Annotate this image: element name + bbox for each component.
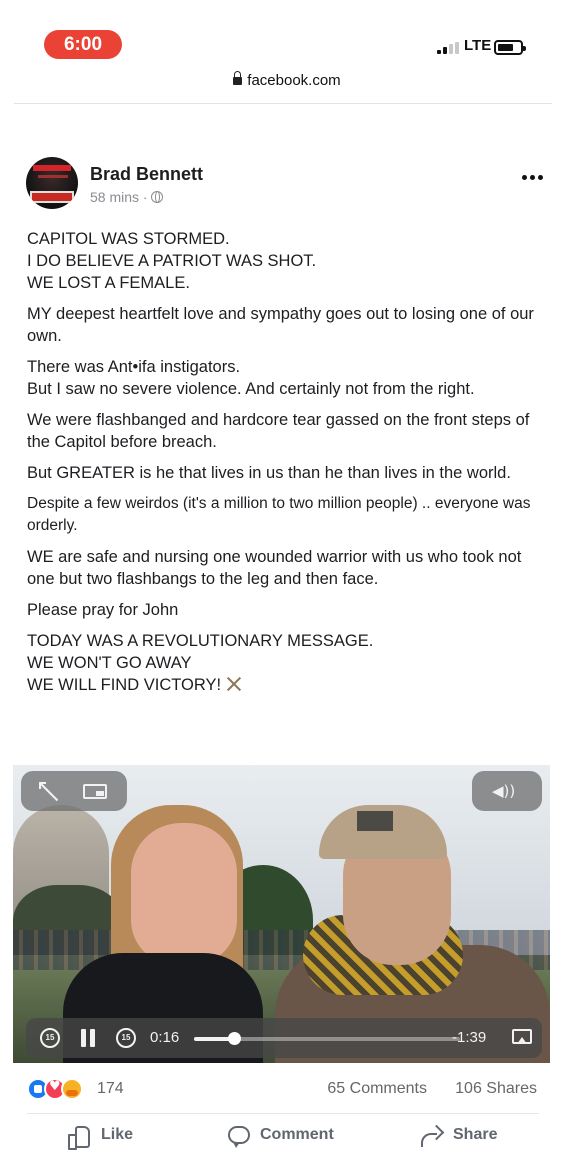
signal-icon [437, 42, 459, 54]
status-time[interactable]: 6:00 [44, 30, 122, 59]
volume-button[interactable]: ◀)) [472, 771, 542, 811]
comment-icon [228, 1126, 250, 1148]
like-button[interactable]: Like [68, 1122, 148, 1152]
reaction-icons[interactable] [27, 1078, 93, 1100]
pip-icon[interactable] [83, 784, 107, 799]
avatar[interactable] [26, 157, 78, 209]
meta-separator: · [139, 189, 152, 205]
skip-forward-icon[interactable]: 15 [116, 1028, 136, 1048]
share-label: Share [453, 1126, 498, 1143]
care-reaction-icon [61, 1078, 83, 1100]
post-time[interactable]: 58 mins [90, 189, 139, 205]
battery-icon [494, 40, 526, 55]
url-text: facebook.com [247, 72, 341, 89]
share-button[interactable]: Share [420, 1122, 510, 1152]
post-paragraph: CAPITOL WAS STORMED. I DO BELIEVE A PATR… [27, 230, 317, 292]
current-time: 0:16 [150, 1029, 180, 1046]
video-scrubber[interactable] [194, 1032, 460, 1045]
post-paragraph: There was Ant•ifa instigators. But I saw… [27, 358, 475, 398]
post-paragraph: But GREATER is he that lives in us than … [27, 464, 511, 482]
post-paragraph-last: TODAY WAS A REVOLUTIONARY MESSAGE. WE WO… [27, 630, 547, 696]
remaining-time: -1:39 [452, 1029, 487, 1046]
share-icon [420, 1126, 442, 1147]
post-header: Brad Bennett 58 mins · [26, 157, 546, 209]
share-count[interactable]: 106 Shares [455, 1080, 537, 1098]
more-options-icon[interactable] [522, 175, 546, 183]
post-paragraph-text: TODAY WAS A REVOLUTIONARY MESSAGE. WE WO… [27, 632, 374, 694]
post-meta: 58 mins · [90, 189, 164, 205]
post-paragraph: Please pray for John [27, 601, 179, 619]
post-paragraph: Despite a few weirdos (it's a million to… [27, 495, 531, 534]
address-bar[interactable]: facebook.com [0, 71, 574, 94]
engagement-summary: 174 65 Comments 106 Shares [27, 1078, 537, 1102]
action-bar: Like Comment Share [0, 1122, 574, 1152]
reactions-divider [27, 1113, 539, 1114]
comment-label: Comment [260, 1126, 334, 1143]
address-bar-divider [14, 103, 552, 104]
video-playback-bar: 15 15 0:16 -1:39 [26, 1018, 542, 1058]
comment-button[interactable]: Comment [228, 1122, 348, 1152]
video-top-controls [21, 771, 127, 811]
like-label: Like [101, 1126, 134, 1143]
volume-icon: ◀)) [492, 782, 516, 800]
crossed-swords-icon [225, 676, 243, 692]
network-label: LTE [464, 37, 492, 54]
expand-icon[interactable] [39, 782, 59, 800]
comment-count[interactable]: 65 Comments [327, 1080, 427, 1098]
pause-icon[interactable] [80, 1029, 96, 1047]
skip-back-icon[interactable]: 15 [40, 1028, 60, 1048]
scrubber-handle[interactable] [227, 1032, 241, 1045]
reaction-count[interactable]: 174 [97, 1080, 124, 1098]
status-bar: 6:00 LTE [0, 0, 574, 62]
video-player[interactable]: ◀)) 15 15 0:16 -1:39 [13, 765, 550, 1063]
globe-icon [151, 191, 164, 203]
thumbs-up-icon [68, 1125, 90, 1150]
lock-icon [233, 71, 243, 85]
post-paragraph: MY deepest heartfelt love and sympathy g… [27, 305, 534, 345]
airplay-icon[interactable] [512, 1029, 532, 1044]
post-paragraph: We were flashbanged and hardcore tear ga… [27, 411, 530, 451]
post-body: CAPITOL WAS STORMED. I DO BELIEVE A PATR… [27, 228, 547, 705]
post-author[interactable]: Brad Bennett [90, 164, 203, 185]
post-paragraph: WE are safe and nursing one wounded warr… [27, 548, 522, 588]
